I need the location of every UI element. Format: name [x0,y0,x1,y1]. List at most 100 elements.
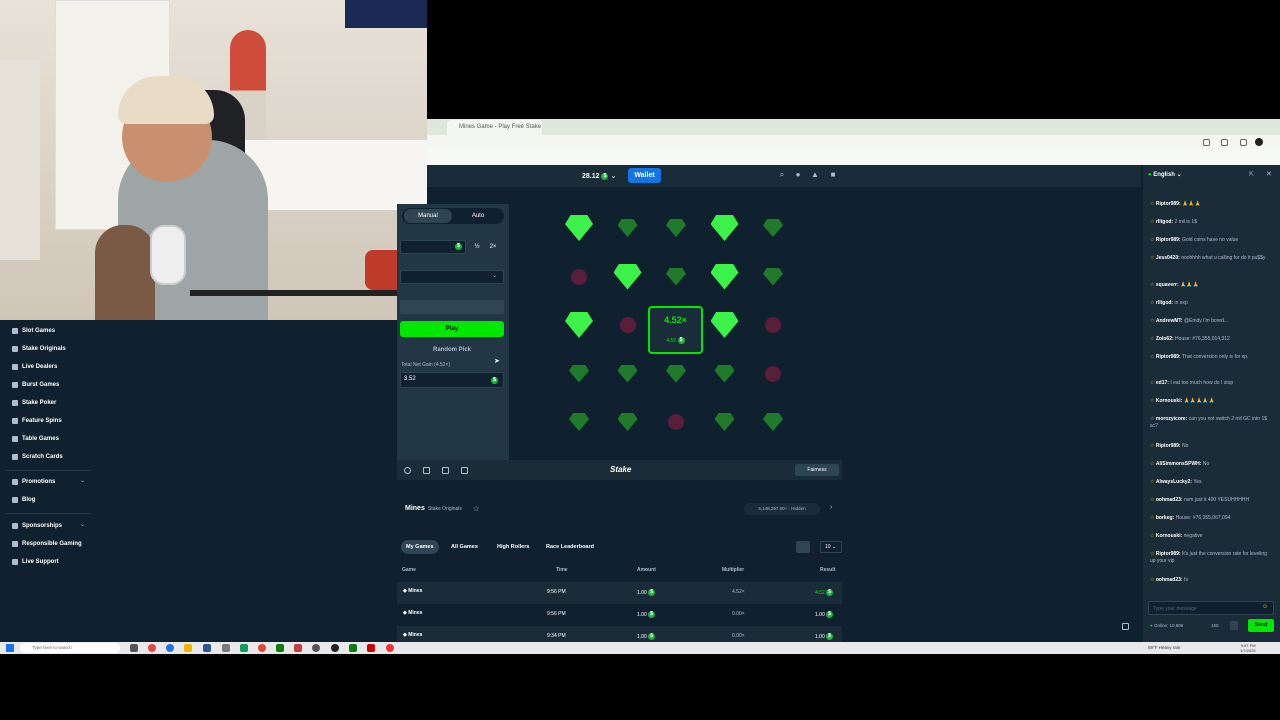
sidebar-item-scratch-cards[interactable]: Scratch Cards [12,452,63,462]
mine-tile[interactable] [655,353,697,395]
table-row[interactable]: ◆ Mines 9:34 PM 1.00 $ 0.00× 1.00 $ [397,626,842,642]
weather-tray[interactable]: 59°F Heavy rain [1148,645,1180,650]
chat-username[interactable]: AliSimmonsSPWH: [1156,461,1202,467]
mine-tile[interactable] [704,353,746,395]
tab-auto[interactable]: Auto [458,209,498,223]
sidebar-item-responsible-gaming[interactable]: Responsible Gaming [12,539,82,549]
tab-my-games[interactable]: My Games [401,540,439,554]
mine-tile[interactable] [752,304,794,346]
app-icon[interactable] [294,644,302,652]
chat-username[interactable]: AndrewMT: [1156,318,1183,324]
half-button[interactable]: ½ [470,241,484,253]
chat-username[interactable]: morozyicore: [1156,416,1187,422]
mine-tile[interactable] [607,353,649,395]
store-icon[interactable] [203,644,211,652]
obs-icon[interactable] [331,644,339,652]
browser-address-bar[interactable] [427,135,1280,149]
chevron-down-icon[interactable]: ⌄ [80,477,85,484]
mine-tile[interactable] [704,207,746,249]
chat-username[interactable]: oohmad23: [1156,497,1183,503]
game-category[interactable]: Stake Originals [428,506,462,512]
expand-icon[interactable] [461,467,468,474]
wallet-button[interactable]: Wallet [628,168,661,183]
settings-icon[interactable] [404,467,411,474]
mine-tile[interactable] [655,401,697,443]
mine-tile[interactable] [752,401,794,443]
mine-tile[interactable] [704,256,746,298]
mine-tile[interactable] [704,401,746,443]
mines-select[interactable] [400,270,504,284]
chat-icon[interactable]: ■ [829,171,837,179]
mine-tile[interactable] [607,256,649,298]
game-stats-badge[interactable]: 5,148,297.00+ · Hidden [744,503,820,515]
mine-tile[interactable] [752,256,794,298]
chat-language-select[interactable]: ● English ⌄ [1148,171,1182,178]
menu-icon[interactable] [1240,139,1247,146]
chat-username[interactable]: rlltgod: [1156,300,1173,306]
chat-username[interactable]: borkeg: [1156,515,1174,521]
chat-username[interactable]: Riptor989: [1156,201,1181,207]
file-explorer-icon[interactable] [184,644,192,652]
tab-manual[interactable]: Manual [404,209,452,223]
double-button[interactable]: 2× [486,241,500,253]
sidebar-item-feature-spins[interactable]: Feature Spins [12,416,62,426]
mine-tile[interactable] [655,256,697,298]
mine-tile[interactable] [558,256,600,298]
chat-send-button[interactable]: Send [1248,619,1274,632]
app-icon[interactable] [312,644,320,652]
search-icon[interactable]: ⌕ [778,171,786,179]
sidebar-item-slot-games[interactable]: Slot Games [12,326,55,336]
app-icon[interactable] [349,644,357,652]
windows-start-icon[interactable] [6,644,14,652]
balance-display[interactable]: 28.12 $ ⌄ [582,169,624,183]
mine-tile[interactable] [607,304,649,346]
filter-icon[interactable] [796,541,810,553]
rows-select[interactable]: 10 ⌄ [820,541,842,553]
popout-icon[interactable]: ⇱ [1249,171,1254,178]
chat-username[interactable]: Riptor989: [1156,443,1181,449]
sidebar-item-stake-poker[interactable]: Stake Poker [12,398,56,408]
sidebar-item-promotions[interactable]: Promotions [12,477,55,487]
browser-tab[interactable]: Mines Game - Play Free Stake [447,120,542,135]
sidebar-item-blog[interactable]: Blog [12,495,35,505]
xbox-icon[interactable] [276,644,284,652]
random-pick-button[interactable]: Random Pick [400,344,504,356]
cashout-tile[interactable] [648,306,703,354]
chat-username[interactable]: rlltgod: [1156,219,1173,225]
mine-tile[interactable] [607,207,649,249]
table-row[interactable]: ◆ Mines 9:56 PM 1.00 $ 0.00× 1.00 $ [397,604,842,626]
star-icon[interactable]: ☆ [473,505,479,513]
chat-username[interactable]: squaverr: [1156,282,1179,288]
sidebar-item-burst-games[interactable]: Burst Games [12,380,59,390]
app-icon[interactable] [367,644,375,652]
mine-tile[interactable] [607,401,649,443]
chat-username[interactable]: AlwaysLucky2: [1156,479,1192,485]
chat-username[interactable]: Jess0420: [1156,255,1180,261]
edge-icon[interactable] [166,644,174,652]
mine-tile[interactable] [558,353,600,395]
chat-username[interactable]: Riptor989: [1156,551,1181,557]
profile-icon[interactable] [1255,138,1263,146]
sidebar-item-live-support[interactable]: Live Support [12,557,59,567]
chat-username[interactable]: Kornouski: [1156,398,1182,404]
star-icon[interactable] [1203,139,1210,146]
user-icon[interactable]: ● [794,171,802,179]
chevron-down-icon[interactable]: ⌄ [80,521,85,528]
chevron-down-icon[interactable]: ⌄ [492,272,497,279]
close-icon[interactable]: ✕ [1266,170,1272,178]
extension-icon[interactable] [1221,139,1228,146]
rules-icon[interactable] [1230,621,1238,630]
mine-tile[interactable] [752,353,794,395]
sidebar-item-table-games[interactable]: Table Games [12,434,59,444]
chevron-right-icon[interactable]: › [830,504,832,511]
mine-tile[interactable] [558,304,600,346]
bell-icon[interactable]: ▲ [811,171,819,179]
app-icon[interactable] [222,644,230,652]
app-icon[interactable] [386,644,394,652]
tab-high-rollers[interactable]: High Rollers [492,540,534,554]
chat-username[interactable]: Kornouski: [1156,533,1182,539]
clock[interactable]: 9:57 PM 1/7/2025 [1240,643,1256,653]
sidebar-item-sponsorships[interactable]: Sponsorships [12,521,62,531]
chrome-icon[interactable] [148,644,156,652]
play-button[interactable]: Play [400,321,504,337]
